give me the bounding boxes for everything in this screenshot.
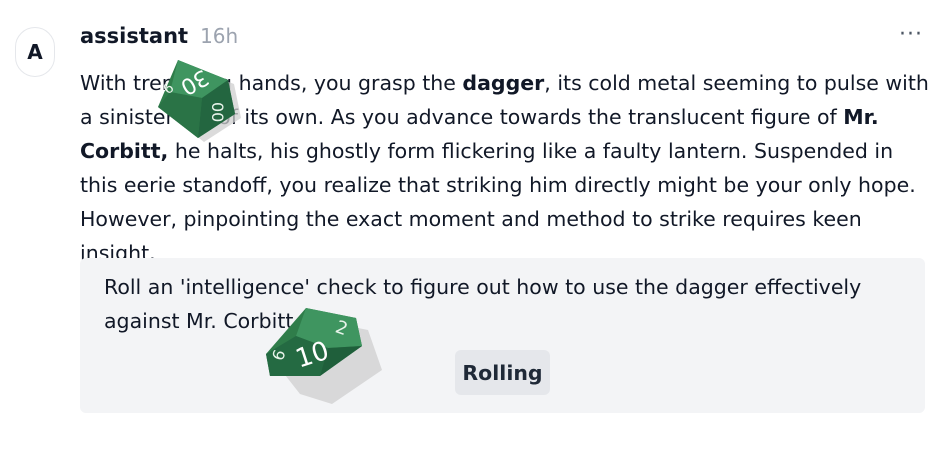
message-header: assistant 16h <box>80 24 238 48</box>
author-name: assistant <box>80 24 189 48</box>
dagger-highlight: dagger <box>462 71 545 95</box>
d10-percentile-die-icon: 30 00 6 <box>158 60 241 142</box>
d10-die-icon: 10 2 6 <box>266 308 382 404</box>
rolling-button[interactable]: Rolling <box>455 350 550 395</box>
more-options-icon[interactable]: ··· <box>898 20 924 48</box>
die1-side-number: 00 <box>208 102 227 122</box>
dice-check-panel: Roll an 'intelligence' check to figure o… <box>80 258 925 413</box>
message-text: With trembling hands, you grasp the <box>80 71 463 95</box>
message-text: he halts, his ghostly form flickering li… <box>80 139 916 265</box>
avatar: A <box>15 27 55 77</box>
check-prompt: Roll an 'intelligence' check to figure o… <box>104 275 862 333</box>
message-timestamp: 16h <box>200 24 239 48</box>
avatar-initial: A <box>27 40 43 64</box>
